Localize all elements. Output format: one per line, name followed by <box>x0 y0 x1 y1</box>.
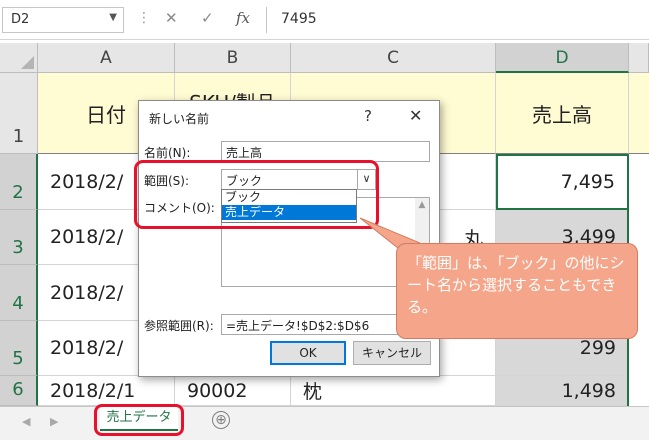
scroll-left-icon[interactable]: ◀ <box>22 415 30 428</box>
column-header-e[interactable] <box>629 43 649 73</box>
row-header-1[interactable]: 1 <box>0 73 38 154</box>
header-cell-e[interactable] <box>629 73 649 154</box>
annotation-callout: 「範囲」は、「ブック」の他にシート名から選択することもできる。 <box>396 243 638 339</box>
row-header-6[interactable]: 6 <box>0 376 38 406</box>
enter-icon[interactable]: ✓ <box>201 9 214 27</box>
close-icon[interactable]: ✕ <box>409 106 422 125</box>
row-header-4[interactable]: 4 <box>0 265 38 321</box>
ok-button[interactable]: OK <box>270 341 346 365</box>
table-cell-sales-active[interactable]: 7,495 <box>496 154 629 210</box>
dialog-title: 新しい名前 <box>149 112 210 126</box>
insert-function-icon[interactable]: fx <box>236 9 250 27</box>
row-header-2[interactable]: 2 <box>0 154 38 210</box>
scope-highlight <box>134 160 379 229</box>
column-header-d[interactable]: D <box>496 43 629 73</box>
scroll-up-icon[interactable]: ▲ <box>415 200 429 210</box>
formula-bar-separator: ⋮ <box>137 10 151 26</box>
column-header-b[interactable]: B <box>175 43 291 73</box>
name-label: 名前(N): <box>144 146 191 160</box>
table-cell-sku[interactable]: 90002 <box>175 376 291 406</box>
table-cell-sales[interactable]: 1,498 <box>496 376 629 406</box>
name-box-value: D2 <box>11 12 30 27</box>
column-header-a[interactable]: A <box>38 43 175 73</box>
formula-input[interactable]: 7495 <box>266 7 649 33</box>
add-sheet-icon[interactable]: ⊕ <box>212 411 230 429</box>
column-header-c[interactable]: C <box>291 43 496 73</box>
sheet-tab-highlight <box>94 404 184 436</box>
table-cell-date[interactable]: 2018/2/1 <box>38 376 175 406</box>
row-header-3[interactable]: 3 <box>0 210 38 265</box>
formula-bar: D2 ▼ ⋮ ✕ ✓ fx 7495 <box>0 0 649 40</box>
name-field[interactable]: 売上高 <box>221 141 430 162</box>
row-header-5[interactable]: 5 <box>0 321 38 376</box>
help-icon[interactable]: ? <box>364 107 372 125</box>
table-cell-product[interactable]: 枕 <box>291 376 496 406</box>
cancel-button[interactable]: キャンセル <box>353 341 431 365</box>
callout-text: 「範囲」は、「ブック」の他にシート名から選択することもできる。 <box>407 254 625 316</box>
name-box[interactable]: D2 ▼ <box>2 7 124 33</box>
cancel-icon[interactable]: ✕ <box>165 9 178 27</box>
chevron-down-icon[interactable]: ▼ <box>109 12 117 23</box>
select-all-triangle-icon <box>21 56 34 69</box>
header-cell-sales[interactable]: 売上高 <box>496 73 629 154</box>
scroll-right-icon[interactable]: ▶ <box>50 415 58 428</box>
refers-to-label: 参照範囲(R): <box>144 319 214 333</box>
select-all-corner[interactable] <box>0 43 38 73</box>
